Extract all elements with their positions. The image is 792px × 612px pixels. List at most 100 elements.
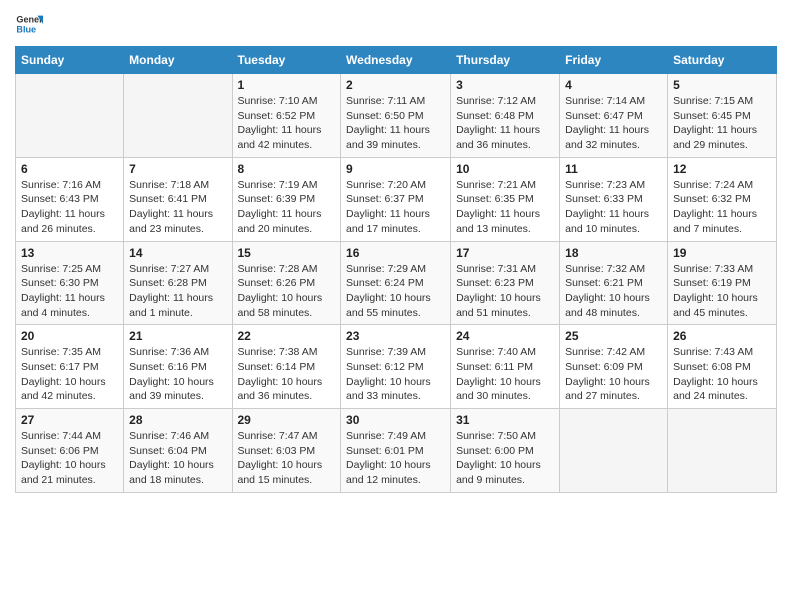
calendar-cell: 21Sunrise: 7:36 AM Sunset: 6:16 PM Dayli…	[124, 325, 232, 409]
column-header-friday: Friday	[560, 47, 668, 74]
day-number: 4	[565, 78, 662, 92]
day-details: Sunrise: 7:25 AM Sunset: 6:30 PM Dayligh…	[21, 262, 118, 321]
calendar-cell: 6 Sunrise: 7:16 AM Sunset: 6:43 PM Daylig…	[16, 157, 124, 241]
day-details: Sunrise: 7:38 AM Sunset: 6:14 PM Dayligh…	[238, 345, 336, 404]
week-row-2: 6 Sunrise: 7:16 AM Sunset: 6:43 PM Daylig…	[16, 157, 777, 241]
day-number: 3	[456, 78, 554, 92]
calendar-cell: 9 Sunrise: 7:20 AM Sunset: 6:37 PM Daylig…	[341, 157, 451, 241]
day-number: 23	[346, 329, 445, 343]
calendar-cell: 16 Sunrise: 7:29 AM Sunset: 6:24 PM Dayli…	[341, 241, 451, 325]
day-number: 30	[346, 413, 445, 427]
day-number: 12	[673, 162, 771, 176]
calendar-cell	[16, 74, 124, 158]
day-details: Sunrise: 7:35 AM Sunset: 6:17 PM Dayligh…	[21, 345, 118, 404]
calendar-cell	[560, 409, 668, 493]
day-details: Sunrise: 7:18 AM Sunset: 6:41 PM Dayligh…	[129, 178, 226, 237]
day-number: 26	[673, 329, 771, 343]
day-number: 6	[21, 162, 118, 176]
day-details: Sunrise: 7:49 AM Sunset: 6:01 PM Dayligh…	[346, 429, 445, 488]
day-number: 29	[238, 413, 336, 427]
day-number: 2	[346, 78, 445, 92]
day-details: Sunrise: 7:39 AM Sunset: 6:12 PM Dayligh…	[346, 345, 445, 404]
calendar-cell: 4 Sunrise: 7:14 AM Sunset: 6:47 PM Daylig…	[560, 74, 668, 158]
logo-icon: General Blue	[15, 10, 43, 38]
calendar-cell: 2 Sunrise: 7:11 AM Sunset: 6:50 PM Daylig…	[341, 74, 451, 158]
column-header-saturday: Saturday	[668, 47, 777, 74]
calendar-cell: 11Sunrise: 7:23 AM Sunset: 6:33 PM Dayli…	[560, 157, 668, 241]
calendar-cell: 12 Sunrise: 7:24 AM Sunset: 6:32 PM Dayli…	[668, 157, 777, 241]
calendar-cell: 18Sunrise: 7:32 AM Sunset: 6:21 PM Dayli…	[560, 241, 668, 325]
day-details: Sunrise: 7:27 AM Sunset: 6:28 PM Dayligh…	[129, 262, 226, 321]
day-details: Sunrise: 7:32 AM Sunset: 6:21 PM Dayligh…	[565, 262, 662, 321]
day-details: Sunrise: 7:20 AM Sunset: 6:37 PM Dayligh…	[346, 178, 445, 237]
calendar-cell: 1 Sunrise: 7:10 AM Sunset: 6:52 PM Daylig…	[232, 74, 341, 158]
day-details: Sunrise: 7:16 AM Sunset: 6:43 PM Dayligh…	[21, 178, 118, 237]
day-details: Sunrise: 7:50 AM Sunset: 6:00 PM Dayligh…	[456, 429, 554, 488]
calendar-cell: 23 Sunrise: 7:39 AM Sunset: 6:12 PM Dayli…	[341, 325, 451, 409]
day-details: Sunrise: 7:31 AM Sunset: 6:23 PM Dayligh…	[456, 262, 554, 321]
day-details: Sunrise: 7:19 AM Sunset: 6:39 PM Dayligh…	[238, 178, 336, 237]
day-details: Sunrise: 7:46 AM Sunset: 6:04 PM Dayligh…	[129, 429, 226, 488]
calendar-cell: 20 Sunrise: 7:35 AM Sunset: 6:17 PM Dayli…	[16, 325, 124, 409]
calendar-cell: 25 Sunrise: 7:42 AM Sunset: 6:09 PM Dayli…	[560, 325, 668, 409]
day-details: Sunrise: 7:15 AM Sunset: 6:45 PM Dayligh…	[673, 94, 771, 153]
day-details: Sunrise: 7:28 AM Sunset: 6:26 PM Dayligh…	[238, 262, 336, 321]
week-row-3: 13 Sunrise: 7:25 AM Sunset: 6:30 PM Dayli…	[16, 241, 777, 325]
week-row-4: 20 Sunrise: 7:35 AM Sunset: 6:17 PM Dayli…	[16, 325, 777, 409]
day-number: 13	[21, 246, 118, 260]
day-number: 8	[238, 162, 336, 176]
logo: General Blue	[15, 10, 43, 38]
calendar-body: 1 Sunrise: 7:10 AM Sunset: 6:52 PM Daylig…	[16, 74, 777, 493]
day-number: 28	[129, 413, 226, 427]
day-details: Sunrise: 7:14 AM Sunset: 6:47 PM Dayligh…	[565, 94, 662, 153]
day-number: 9	[346, 162, 445, 176]
calendar-cell: 19Sunrise: 7:33 AM Sunset: 6:19 PM Dayli…	[668, 241, 777, 325]
calendar-table: SundayMondayTuesdayWednesdayThursdayFrid…	[15, 46, 777, 493]
calendar-cell	[124, 74, 232, 158]
column-header-wednesday: Wednesday	[341, 47, 451, 74]
calendar-cell: 29 Sunrise: 7:47 AM Sunset: 6:03 PM Dayli…	[232, 409, 341, 493]
day-details: Sunrise: 7:40 AM Sunset: 6:11 PM Dayligh…	[456, 345, 554, 404]
day-number: 21	[129, 329, 226, 343]
week-row-1: 1 Sunrise: 7:10 AM Sunset: 6:52 PM Daylig…	[16, 74, 777, 158]
day-number: 25	[565, 329, 662, 343]
calendar-cell: 17 Sunrise: 7:31 AM Sunset: 6:23 PM Dayli…	[451, 241, 560, 325]
day-number: 10	[456, 162, 554, 176]
day-number: 7	[129, 162, 226, 176]
day-details: Sunrise: 7:42 AM Sunset: 6:09 PM Dayligh…	[565, 345, 662, 404]
day-details: Sunrise: 7:44 AM Sunset: 6:06 PM Dayligh…	[21, 429, 118, 488]
day-number: 16	[346, 246, 445, 260]
day-details: Sunrise: 7:33 AM Sunset: 6:19 PM Dayligh…	[673, 262, 771, 321]
day-details: Sunrise: 7:21 AM Sunset: 6:35 PM Dayligh…	[456, 178, 554, 237]
calendar-cell: 13 Sunrise: 7:25 AM Sunset: 6:30 PM Dayli…	[16, 241, 124, 325]
day-details: Sunrise: 7:24 AM Sunset: 6:32 PM Dayligh…	[673, 178, 771, 237]
column-header-thursday: Thursday	[451, 47, 560, 74]
day-number: 20	[21, 329, 118, 343]
day-number: 14	[129, 246, 226, 260]
day-details: Sunrise: 7:11 AM Sunset: 6:50 PM Dayligh…	[346, 94, 445, 153]
calendar-cell: 22Sunrise: 7:38 AM Sunset: 6:14 PM Dayli…	[232, 325, 341, 409]
day-number: 17	[456, 246, 554, 260]
day-number: 31	[456, 413, 554, 427]
day-details: Sunrise: 7:47 AM Sunset: 6:03 PM Dayligh…	[238, 429, 336, 488]
calendar-cell: 8 Sunrise: 7:19 AM Sunset: 6:39 PM Daylig…	[232, 157, 341, 241]
svg-text:Blue: Blue	[16, 24, 36, 34]
calendar-cell: 15Sunrise: 7:28 AM Sunset: 6:26 PM Dayli…	[232, 241, 341, 325]
calendar-cell	[668, 409, 777, 493]
calendar-cell: 31 Sunrise: 7:50 AM Sunset: 6:00 PM Dayli…	[451, 409, 560, 493]
day-number: 1	[238, 78, 336, 92]
calendar-cell: 24 Sunrise: 7:40 AM Sunset: 6:11 PM Dayli…	[451, 325, 560, 409]
calendar-cell: 28 Sunrise: 7:46 AM Sunset: 6:04 PM Dayli…	[124, 409, 232, 493]
day-details: Sunrise: 7:29 AM Sunset: 6:24 PM Dayligh…	[346, 262, 445, 321]
page-header: General Blue	[15, 10, 777, 38]
calendar-cell: 3 Sunrise: 7:12 AM Sunset: 6:48 PM Daylig…	[451, 74, 560, 158]
day-number: 5	[673, 78, 771, 92]
day-number: 24	[456, 329, 554, 343]
day-details: Sunrise: 7:12 AM Sunset: 6:48 PM Dayligh…	[456, 94, 554, 153]
day-details: Sunrise: 7:10 AM Sunset: 6:52 PM Dayligh…	[238, 94, 336, 153]
calendar-header-row: SundayMondayTuesdayWednesdayThursdayFrid…	[16, 47, 777, 74]
day-details: Sunrise: 7:23 AM Sunset: 6:33 PM Dayligh…	[565, 178, 662, 237]
calendar-cell: 27Sunrise: 7:44 AM Sunset: 6:06 PM Dayli…	[16, 409, 124, 493]
week-row-5: 27Sunrise: 7:44 AM Sunset: 6:06 PM Dayli…	[16, 409, 777, 493]
calendar-cell: 14 Sunrise: 7:27 AM Sunset: 6:28 PM Dayli…	[124, 241, 232, 325]
